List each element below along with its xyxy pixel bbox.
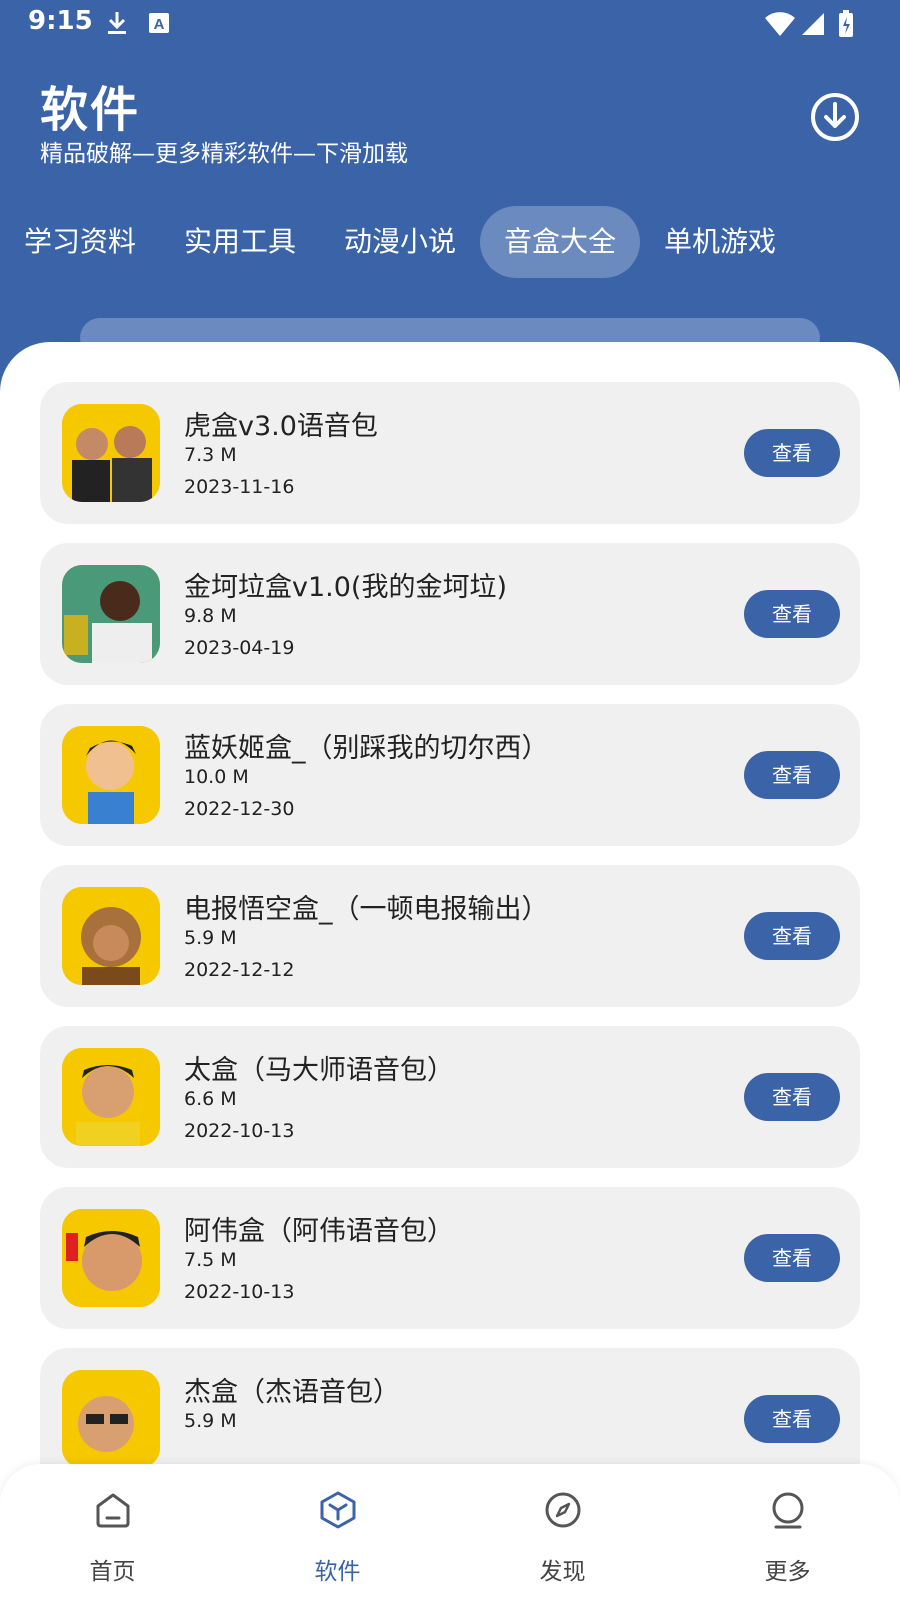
list-item[interactable]: 太盒（马大师语音包） 6.6 M 2022-10-13 查看 <box>40 1026 860 1168</box>
view-button[interactable]: 查看 <box>744 429 840 477</box>
tab-tools[interactable]: 实用工具 <box>172 206 308 278</box>
app-icon <box>62 565 160 663</box>
app-date: 2022-10-13 <box>184 1281 295 1303</box>
view-button[interactable]: 查看 <box>744 912 840 960</box>
nav-label: 首页 <box>89 1559 136 1585</box>
view-button[interactable]: 查看 <box>744 1234 840 1282</box>
app-icon <box>62 404 160 502</box>
app-date: 2023-11-16 <box>184 476 295 498</box>
status-time: 9:15 <box>28 6 93 36</box>
page-subtitle: 精品破解—更多精彩软件—下滑加载 <box>40 141 408 167</box>
tab-soundbox[interactable]: 音盒大全 <box>480 206 640 278</box>
tab-games[interactable]: 单机游戏 <box>652 206 788 278</box>
view-button[interactable]: 查看 <box>744 1073 840 1121</box>
status-bar: 9:15 A <box>0 0 900 48</box>
app-size: 7.3 M <box>184 444 237 466</box>
person-icon <box>772 1492 804 1529</box>
nav-software[interactable]: 软件 <box>225 1464 450 1600</box>
nav-home[interactable]: 首页 <box>0 1464 225 1600</box>
app-list: 虎盒v3.0语音包 7.3 M 2023-11-16 查看 金坷垃盒v1.0(我… <box>0 342 900 1600</box>
app-icon <box>62 726 160 824</box>
nav-more[interactable]: 更多 <box>675 1464 900 1600</box>
list-item[interactable]: 蓝妖姬盒_（别踩我的切尔西） 10.0 M 2022-12-30 查看 <box>40 704 860 846</box>
app-date: 2023-04-19 <box>184 637 295 659</box>
app-size: 6.6 M <box>184 1088 237 1110</box>
list-item[interactable]: 虎盒v3.0语音包 7.3 M 2023-11-16 查看 <box>40 382 860 524</box>
page-title: 软件 <box>40 82 141 138</box>
bottom-navigation: 首页 软件 发现 更多 <box>0 1464 900 1600</box>
category-tabs: 学习资料 实用工具 动漫小说 音盒大全 单机游戏 <box>0 206 900 278</box>
app-name: 电报悟空盒_（一顿电报输出） <box>184 894 549 925</box>
svg-text:A: A <box>154 16 165 33</box>
app-size: 5.9 M <box>184 1410 237 1432</box>
app-name: 阿伟盒（阿伟语音包） <box>184 1216 454 1247</box>
view-button[interactable]: 查看 <box>744 1395 840 1443</box>
tab-study[interactable]: 学习资料 <box>12 206 148 278</box>
app-icon <box>62 887 160 985</box>
app-size: 5.9 M <box>184 927 237 949</box>
home-icon <box>96 1493 130 1528</box>
app-date: 2022-10-13 <box>184 1120 295 1142</box>
app-name: 虎盒v3.0语音包 <box>184 411 378 442</box>
nav-label: 更多 <box>764 1559 811 1585</box>
app-date: 2022-12-30 <box>184 798 295 820</box>
app-name: 蓝妖姬盒_（别踩我的切尔西） <box>184 733 549 764</box>
download-icon[interactable] <box>808 90 862 144</box>
wifi-icon <box>765 12 795 37</box>
app-name: 太盒（马大师语音包） <box>184 1055 454 1086</box>
app-icon <box>62 1048 160 1146</box>
tab-anime[interactable]: 动漫小说 <box>332 206 468 278</box>
app-icon <box>62 1209 160 1307</box>
compass-icon <box>545 1492 581 1528</box>
download-status-icon <box>108 12 126 34</box>
app-size: 7.5 M <box>184 1249 237 1271</box>
list-item[interactable]: 电报悟空盒_（一顿电报输出） 5.9 M 2022-12-12 查看 <box>40 865 860 1007</box>
nav-discover[interactable]: 发现 <box>450 1464 675 1600</box>
view-button[interactable]: 查看 <box>744 590 840 638</box>
nav-label: 发现 <box>539 1559 586 1585</box>
app-size: 9.8 M <box>184 605 237 627</box>
signal-icon <box>802 13 824 35</box>
list-item[interactable]: 金坷垃盒v1.0(我的金坷垃) 9.8 M 2023-04-19 查看 <box>40 543 860 685</box>
app-name: 杰盒（杰语音包） <box>184 1377 400 1408</box>
keyboard-status-icon: A <box>149 13 169 33</box>
app-date: 2022-12-12 <box>184 959 295 981</box>
cube-icon <box>320 1491 356 1529</box>
app-size: 10.0 M <box>184 766 249 788</box>
battery-icon <box>839 10 853 37</box>
app-name: 金坷垃盒v1.0(我的金坷垃) <box>184 572 507 603</box>
list-item[interactable]: 阿伟盒（阿伟语音包） 7.5 M 2022-10-13 查看 <box>40 1187 860 1329</box>
nav-label: 软件 <box>314 1559 361 1585</box>
app-icon <box>62 1370 160 1468</box>
view-button[interactable]: 查看 <box>744 751 840 799</box>
